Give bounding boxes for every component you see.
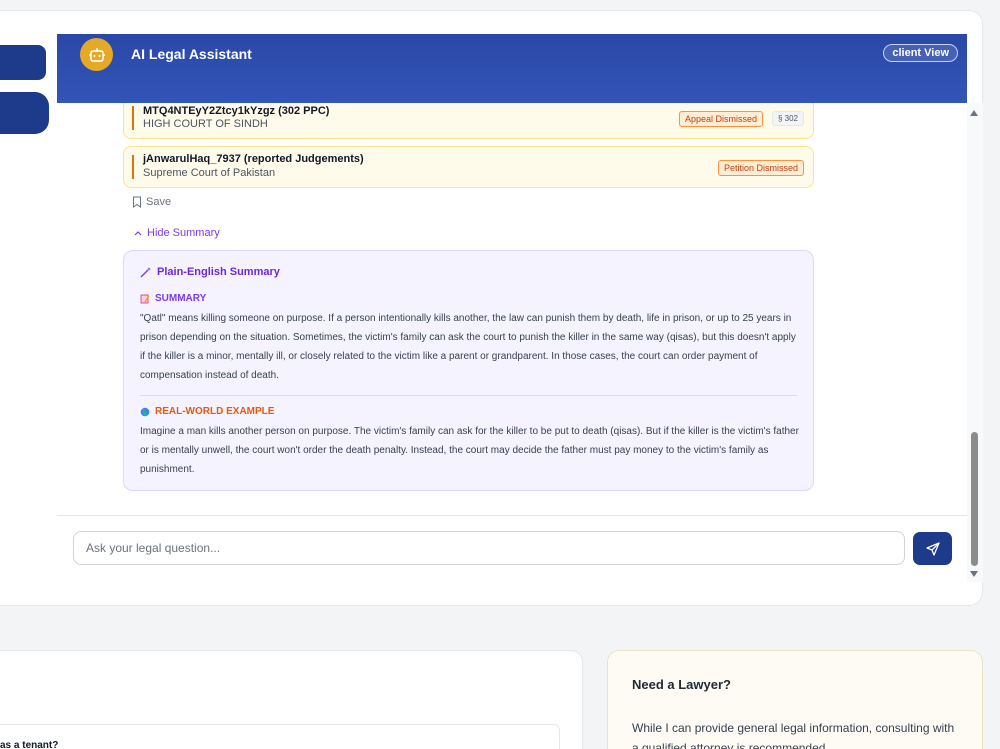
scroll-down-arrow-icon[interactable] [970,571,978,577]
input-divider [57,515,967,516]
status-badge: Appeal Dismissed [678,111,763,127]
faq-item[interactable] [0,724,560,749]
sidebar-nav-item[interactable] [0,92,49,134]
chat-header [57,34,967,103]
save-label: Save [146,196,172,208]
divider [140,395,797,396]
case-card[interactable]: jAnwarulHaq_7937 (reported Judgements) S… [123,146,814,188]
chat-title: AI Legal Assistant [131,46,252,62]
send-icon [925,541,940,556]
section-badge: § 302 [771,111,804,126]
plain-english-summary-panel: Plain-English Summary SUMMARY "Qatl" mea… [123,250,814,491]
real-world-example-label-text: REAL-WORLD EXAMPLE [155,406,275,417]
scrollbar-thumb[interactable] [971,432,978,566]
bot-avatar [80,38,113,71]
case-accent-bar [132,106,134,130]
magic-wand-icon [140,267,151,278]
hide-summary-button[interactable]: Hide Summary [133,227,220,239]
summary-heading-text: Plain-English Summary [157,266,280,278]
view-mode-badge[interactable]: client View [883,44,958,62]
summary-heading: Plain-English Summary [140,266,280,278]
hide-summary-label: Hide Summary [147,227,220,239]
real-world-example-label: REAL-WORLD EXAMPLE [140,406,274,417]
memo-icon [140,294,150,303]
scroll-up-arrow-icon[interactable] [970,110,978,116]
case-title: MTQ4NTEyY2Ztcy1kYzgz (302 PPC) [143,105,330,117]
sidebar-nav-item[interactable] [0,45,46,80]
bookmark-icon [133,196,141,208]
case-court: HIGH COURT OF SINDH [143,118,268,130]
globe-icon [140,407,150,416]
send-button[interactable] [913,532,952,565]
case-title: jAnwarulHaq_7937 (reported Judgements) [143,153,364,165]
chevron-up-icon [134,231,142,236]
summary-label: SUMMARY [140,293,206,304]
summary-text: "Qatl" means killing someone on purpose.… [140,313,796,381]
need-lawyer-text: While I can provide general legal inform… [632,721,955,749]
faq-question: as a tenant? [0,740,59,749]
status-badge: Petition Dismissed [717,160,804,176]
case-card[interactable]: MTQ4NTEyY2Ztcy1kYzgz (302 PPC) HIGH COUR… [123,97,814,139]
robot-icon [88,47,105,62]
question-input[interactable] [73,531,905,565]
case-court: Supreme Court of Pakistan [143,167,276,179]
summary-label-text: SUMMARY [155,293,207,304]
need-lawyer-title: Need a Lawyer? [632,677,731,692]
case-accent-bar [132,155,134,179]
save-button[interactable]: Save [132,196,171,208]
example-text: Imagine a man kills another person on pu… [140,426,799,475]
